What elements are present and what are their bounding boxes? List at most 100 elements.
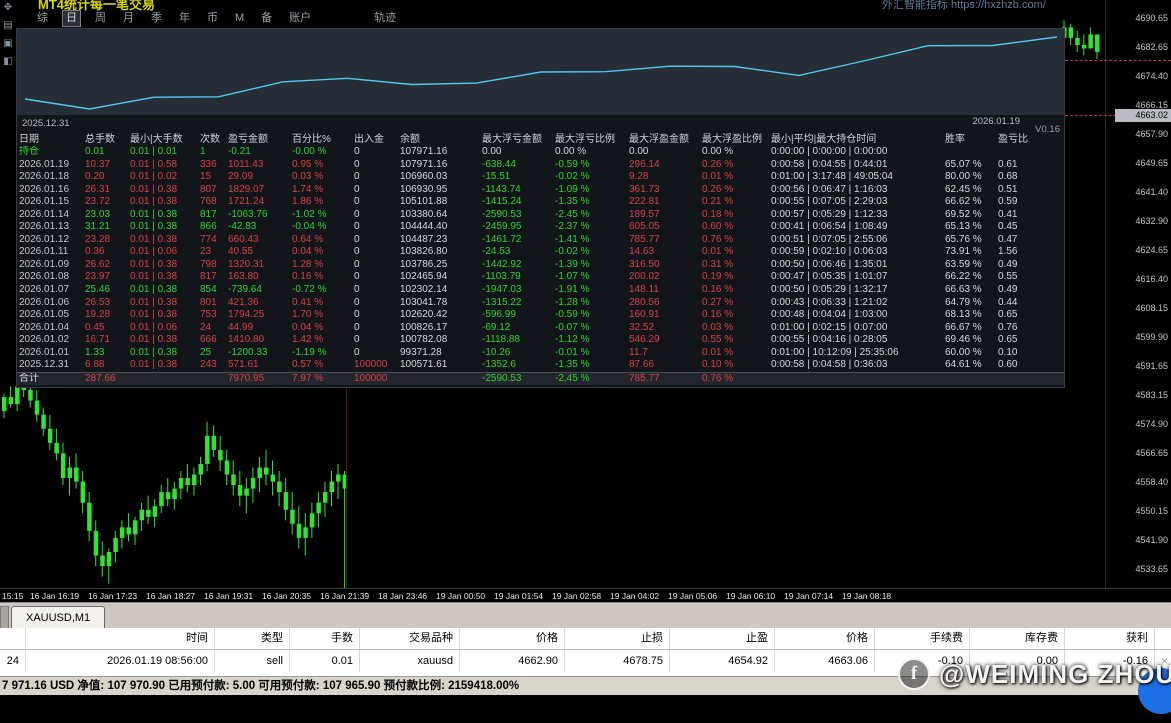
- time-tick: 18 Jan 23:46: [378, 591, 427, 601]
- orders-header-cell: 手续费: [875, 628, 970, 649]
- orders-header-row: 时间类型手数交易品种价格止损止盈价格手续费库存费获利: [0, 628, 1171, 650]
- order-cell: 2026.01.19 08:56:00: [26, 650, 215, 672]
- price-tick: 4616.40: [1135, 275, 1168, 284]
- orders-header-cell: 时间: [26, 628, 215, 649]
- order-cell: 4654.92: [670, 650, 775, 672]
- price-tick: 4558.40: [1135, 478, 1168, 487]
- price-tick: 4682.65: [1135, 43, 1168, 52]
- orders-header-cell: [1155, 628, 1171, 649]
- facebook-icon: f: [898, 658, 930, 690]
- time-tick: 19 Jan 01:54: [494, 591, 543, 601]
- orders-header-cell: 手数: [290, 628, 360, 649]
- order-cell: 0.01: [290, 650, 360, 672]
- menu-item-9[interactable]: 账户: [286, 11, 314, 26]
- stats-row: 2026.01.1223.280.01 | 0.38774660.430.64 …: [17, 234, 1064, 247]
- orders-header-cell: 获利: [1065, 628, 1155, 649]
- stats-row: 2026.01.011.330.01 | 0.3825-1200.33-1.19…: [17, 347, 1064, 360]
- menu-item-5[interactable]: 年: [176, 11, 193, 26]
- stats-row: 2026.01.110.360.01 | 0.062340.550.04 %01…: [17, 246, 1064, 259]
- time-tick: 16 Jan 17:23: [88, 591, 137, 601]
- statistics-panel: 2025.12.31 2026.01.19 V0.16 日期总手数最小|大手数次…: [16, 28, 1065, 388]
- order-cell: 4662.90: [460, 650, 565, 672]
- price-tick: 4533.65: [1135, 565, 1168, 574]
- menu-item-2[interactable]: 周: [92, 11, 109, 26]
- stats-total-row: 合计287.667970.957.97 %100000-2590.53-2.45…: [17, 372, 1064, 386]
- menu-item-1[interactable]: 日: [62, 10, 81, 27]
- price-tick: 4599.90: [1135, 333, 1168, 342]
- stats-row: 2026.01.1523.720.01 | 0.387681721.241.86…: [17, 196, 1064, 209]
- price-tick: 4641.40: [1135, 188, 1168, 197]
- chart-tab-bar: XAUUSD,M1: [0, 602, 1171, 629]
- price-tick: 4632.90: [1135, 217, 1168, 226]
- menu-item-8[interactable]: 备: [258, 11, 275, 26]
- equity-date-range: 2025.12.31 2026.01.19 V0.16: [17, 115, 1064, 133]
- price-tick: 4566.65: [1135, 449, 1168, 458]
- stats-row: 2026.01.0626.530.01 | 0.38801421.360.41 …: [17, 297, 1064, 310]
- time-tick: 16 Jan 18:27: [146, 591, 195, 601]
- time-tick: 19 Jan 07:14: [784, 591, 833, 601]
- daily-statistics-table: 日期总手数最小|大手数次数盈亏金额百分比%出入金余额最大浮亏金额最大浮亏比例最大…: [17, 133, 1064, 385]
- price-tick: 4550.15: [1135, 507, 1168, 516]
- stats-row: 2026.01.0926.620.01 | 0.387981320.311.28…: [17, 259, 1064, 272]
- menu-item-4[interactable]: 季: [148, 11, 165, 26]
- price-tick: 4541.90: [1135, 536, 1168, 545]
- tab-stub[interactable]: [0, 606, 9, 629]
- stats-row: 2025.12.316.880.01 | 0.38243571.610.57 %…: [17, 359, 1064, 372]
- stats-row: 2026.01.1626.310.01 | 0.388071829.071.74…: [17, 184, 1064, 197]
- stats-row: 2026.01.180.200.01 | 0.021529.090.03 %01…: [17, 171, 1064, 184]
- order-cell: 4678.75: [565, 650, 670, 672]
- time-tick: 15:15: [2, 591, 23, 601]
- equity-end-date: 2026.01.19: [972, 116, 1020, 127]
- current-price-badge: 4663.02: [1115, 109, 1171, 122]
- stats-row: 2026.01.0216.710.01 | 0.386661410.801.42…: [17, 334, 1064, 347]
- orders-header-cell: 止盈: [670, 628, 775, 649]
- tab-xauusd-m1[interactable]: XAUUSD,M1: [11, 606, 105, 630]
- time-axis: 15:15 16 Jan 16:19 16 Jan 17:23 16 Jan 18:2…: [0, 588, 1171, 603]
- menu-bar: 综日周月季年币M备账户 轨迹: [34, 10, 399, 27]
- period-separator-line: [346, 378, 347, 588]
- price-tick: 4690.65: [1135, 14, 1168, 23]
- time-tick: 16 Jan 19:31: [204, 591, 253, 601]
- orders-header-cell: [0, 628, 26, 649]
- time-tick: 19 Jan 06:10: [726, 591, 775, 601]
- promo-link[interactable]: 外汇智能指标 https://hxzhzb.com/: [882, 0, 1046, 12]
- price-tick: 4657.90: [1135, 130, 1168, 139]
- stats-row: 2026.01.0823.970.01 | 0.38817163.800.16 …: [17, 271, 1064, 284]
- time-tick: 19 Jan 08:18: [842, 591, 891, 601]
- time-tick: 19 Jan 00:50: [436, 591, 485, 601]
- mt4-window: ✥▤▣◧ 4663.02 4690.654682.654674.404666.1…: [0, 0, 1171, 723]
- orders-header-cell: 库存费: [970, 628, 1065, 649]
- watermark: f @WEIMING ZHOU: [898, 658, 1171, 690]
- time-tick: 16 Jan 16:19: [30, 591, 79, 601]
- menu-item-trail[interactable]: 轨迹: [371, 11, 399, 26]
- orders-header-cell: 类型: [215, 628, 290, 649]
- price-tick: 4666.15: [1135, 101, 1168, 110]
- orders-header-cell: 交易品种: [360, 628, 460, 649]
- order-cell: sell: [215, 650, 290, 672]
- orders-header-cell: 价格: [460, 628, 565, 649]
- stats-row: 2026.01.1331.210.01 | 0.38866-42.83-0.04…: [17, 221, 1064, 234]
- price-tick: 4674.40: [1135, 72, 1168, 81]
- stats-row: 2026.01.0725.460.01 | 0.38854-739.64-0.7…: [17, 284, 1064, 297]
- order-cell: xauusd: [360, 650, 460, 672]
- stats-row: 2026.01.1910.370.01 | 0.583361011.430.95…: [17, 159, 1064, 172]
- time-tick: 19 Jan 05:06: [668, 591, 717, 601]
- stats-header-row: 日期总手数最小|大手数次数盈亏金额百分比%出入金余额最大浮亏金额最大浮亏比例最大…: [17, 133, 1064, 146]
- time-tick: 16 Jan 21:39: [320, 591, 369, 601]
- stats-row: 2026.01.0519.280.01 | 0.387531794.251.70…: [17, 309, 1064, 322]
- menu-item-0[interactable]: 综: [34, 11, 51, 26]
- equity-start-date: 2025.12.31: [22, 118, 70, 129]
- bottom-strip: [0, 695, 1171, 723]
- order-cell: 4663.06: [775, 650, 875, 672]
- time-tick: 19 Jan 04:02: [610, 591, 659, 601]
- price-axis: 4663.02 4690.65 4682.65 4674.40 4666.15 4657…: [1106, 0, 1171, 588]
- time-tick: 16 Jan 20:35: [262, 591, 311, 601]
- menu-item-6[interactable]: 币: [204, 11, 221, 26]
- stats-row: 2026.01.1423.030.01 | 0.38817-1063.76-1.…: [17, 209, 1064, 222]
- menu-item-7[interactable]: M: [232, 11, 247, 26]
- price-tick: 4624.65: [1135, 246, 1168, 255]
- price-tick: 4574.90: [1135, 420, 1168, 429]
- orders-header-cell: 止损: [565, 628, 670, 649]
- menu-item-3[interactable]: 月: [120, 11, 137, 26]
- equity-curve-chart: [17, 29, 1064, 115]
